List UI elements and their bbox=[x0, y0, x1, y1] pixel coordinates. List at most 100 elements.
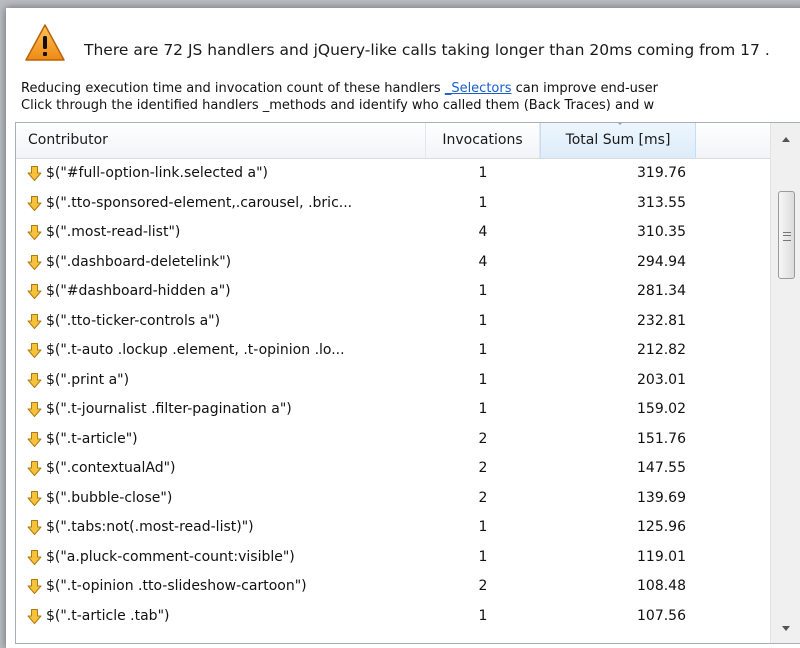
down-arrow-icon bbox=[27, 461, 42, 476]
table-row[interactable]: $(".dashboard-deletelink") 4 294.94 bbox=[16, 248, 770, 278]
cell-invocations: 1 bbox=[478, 342, 488, 358]
down-arrow-icon bbox=[27, 549, 42, 565]
cell-invocations: 1 bbox=[478, 312, 488, 329]
contributor-text: $(".t-auto .lockup .element, .t-opinion … bbox=[46, 342, 345, 358]
cell-invocations: 2 bbox=[478, 460, 488, 476]
cell-total-sum: 159.02 bbox=[637, 401, 686, 417]
cell-total-sum: 151.76 bbox=[637, 430, 686, 447]
cell-total-sum: 313.55 bbox=[637, 194, 686, 211]
table-row[interactable]: $(".t-article") 2 151.76 bbox=[16, 425, 770, 455]
contributor-text: $(".tabs:not(.most-read-list)") bbox=[46, 519, 254, 535]
contributor-text: $("#full-option-link.selected a") bbox=[46, 165, 268, 181]
cell-total-sum: 119.01 bbox=[637, 548, 686, 565]
table-row[interactable]: $(".t-article .tab") 1 107.56 bbox=[16, 602, 770, 632]
contributor-text: $("a.pluck-comment-count:visible") bbox=[46, 548, 295, 565]
column-header-contributor[interactable]: Contributor bbox=[16, 123, 426, 158]
cell-contributor: $(".tto-sponsored-element,.carousel, .br… bbox=[16, 189, 426, 219]
down-arrow-icon bbox=[27, 608, 42, 624]
sort-descending-icon bbox=[616, 123, 624, 125]
table-row[interactable]: $(".most-read-list") 4 310.35 bbox=[16, 218, 770, 248]
grip-icon bbox=[783, 232, 791, 241]
warning-title: There are 72 JS handlers and jQuery-like… bbox=[84, 41, 770, 59]
table-row[interactable]: $("#dashboard-hidden a") 1 281.34 bbox=[16, 277, 770, 307]
down-arrow-icon bbox=[27, 225, 42, 240]
cell-contributor: $("#full-option-link.selected a") bbox=[16, 159, 426, 189]
description-line-1: Reducing execution time and invocation c… bbox=[21, 80, 658, 97]
cell-invocations: 2 bbox=[478, 578, 488, 594]
table-row[interactable]: $(".tto-sponsored-element,.carousel, .br… bbox=[16, 189, 770, 219]
cell-contributor: $(".t-article .tab") bbox=[16, 602, 426, 632]
contributor-text: $(".dashboard-deletelink") bbox=[46, 253, 232, 270]
cell-invocations: 1 bbox=[478, 548, 488, 565]
cell-total-sum: 203.01 bbox=[637, 371, 686, 388]
cell-contributor: $(".print a") bbox=[16, 366, 426, 396]
cell-contributor: $(".tabs:not(.most-read-list)") bbox=[16, 513, 426, 543]
down-arrow-icon bbox=[27, 284, 42, 299]
cell-invocations: 1 bbox=[478, 165, 488, 181]
contributor-text: $(".t-article .tab") bbox=[46, 607, 170, 624]
cell-total-sum: 108.48 bbox=[637, 578, 686, 594]
cell-invocations: 1 bbox=[478, 519, 488, 535]
cell-total-sum: 212.82 bbox=[637, 342, 686, 358]
cell-total-sum: 125.96 bbox=[637, 519, 686, 535]
table-row[interactable]: $("a.pluck-comment-count:visible") 1 119.0… bbox=[16, 543, 770, 573]
contributor-text: $(".most-read-list") bbox=[46, 224, 181, 240]
table-body: $("#full-option-link.selected a") 1 319.76… bbox=[16, 159, 770, 631]
selectors-link[interactable]: _Selectors bbox=[445, 81, 512, 96]
contributor-text: $(".tto-ticker-controls a") bbox=[46, 312, 221, 329]
table-row[interactable]: $(".print a") 1 203.01 bbox=[16, 366, 770, 396]
warning-header: There are 72 JS handlers and jQuery-like… bbox=[6, 8, 800, 114]
cell-contributor: $("#dashboard-hidden a") bbox=[16, 277, 426, 307]
down-arrow-icon bbox=[27, 313, 42, 329]
cell-total-sum: 107.56 bbox=[637, 607, 686, 624]
down-arrow-icon bbox=[27, 343, 42, 358]
description-text: Reducing execution time and invocation c… bbox=[21, 81, 445, 96]
cell-contributor: $(".dashboard-deletelink") bbox=[16, 248, 426, 278]
cell-invocations: 1 bbox=[478, 607, 488, 624]
scroll-up-arrow-icon[interactable] bbox=[782, 137, 790, 142]
down-arrow-icon bbox=[27, 166, 42, 181]
down-arrow-icon bbox=[27, 195, 42, 211]
table-row[interactable]: $(".t-journalist .filter-pagination a") 1… bbox=[16, 395, 770, 425]
cell-total-sum: 281.34 bbox=[637, 283, 686, 299]
down-arrow-icon bbox=[27, 254, 42, 270]
cell-invocations: 1 bbox=[478, 401, 488, 417]
contributor-text: $(".tto-sponsored-element,.carousel, .br… bbox=[46, 194, 353, 211]
cell-contributor: $(".t-journalist .filter-pagination a") bbox=[16, 395, 426, 425]
column-header-invocations[interactable]: Invocations bbox=[426, 123, 540, 158]
scroll-down-arrow-icon[interactable] bbox=[782, 626, 790, 631]
cell-contributor: $(".t-article") bbox=[16, 425, 426, 455]
description: Reducing execution time and invocation c… bbox=[21, 80, 658, 114]
table-row[interactable]: $("#full-option-link.selected a") 1 319.76 bbox=[16, 159, 770, 189]
cell-contributor: $(".bubble-close") bbox=[16, 484, 426, 514]
table-row[interactable]: $(".t-auto .lockup .element, .t-opinion … bbox=[16, 336, 770, 366]
table-row[interactable]: $(".tabs:not(.most-read-list)") 1 125.96 bbox=[16, 513, 770, 543]
cell-invocations: 2 bbox=[478, 430, 488, 447]
cell-total-sum: 147.55 bbox=[637, 460, 686, 476]
cell-total-sum: 232.81 bbox=[637, 312, 686, 329]
column-header-total-sum[interactable]: Total Sum [ms] bbox=[540, 123, 696, 158]
table-header: Contributor Invocations Total Sum [ms] bbox=[16, 123, 770, 159]
contributor-text: $("#dashboard-hidden a") bbox=[46, 283, 231, 299]
down-arrow-icon bbox=[27, 520, 42, 535]
cell-total-sum: 294.94 bbox=[637, 253, 686, 270]
cell-contributor: $(".t-auto .lockup .element, .t-opinion … bbox=[16, 336, 426, 366]
table-row[interactable]: $(".contextualAd") 2 147.55 bbox=[16, 454, 770, 484]
description-text: can improve end-user bbox=[511, 81, 659, 96]
scrollbar-thumb[interactable] bbox=[778, 191, 795, 279]
table-row[interactable]: $(".bubble-close") 2 139.69 bbox=[16, 484, 770, 514]
description-line-2: Click through the identified handlers _m… bbox=[21, 98, 655, 113]
cell-invocations: 4 bbox=[478, 253, 488, 270]
contributor-text: $(".t-journalist .filter-pagination a") bbox=[46, 401, 292, 417]
vertical-scrollbar[interactable] bbox=[770, 123, 800, 643]
cell-invocations: 2 bbox=[478, 489, 488, 506]
cell-invocations: 1 bbox=[478, 283, 488, 299]
cell-invocations: 1 bbox=[478, 194, 488, 211]
column-header-total-sum-label: Total Sum [ms] bbox=[565, 132, 671, 148]
down-arrow-icon bbox=[27, 579, 42, 594]
table-row[interactable]: $(".t-opinion .tto-slideshow-cartoon") 2 1… bbox=[16, 572, 770, 602]
contributor-text: $(".t-article") bbox=[46, 430, 138, 447]
cell-total-sum: 319.76 bbox=[637, 165, 686, 181]
warning-triangle-icon bbox=[25, 24, 65, 61]
table-row[interactable]: $(".tto-ticker-controls a") 1 232.81 bbox=[16, 307, 770, 337]
